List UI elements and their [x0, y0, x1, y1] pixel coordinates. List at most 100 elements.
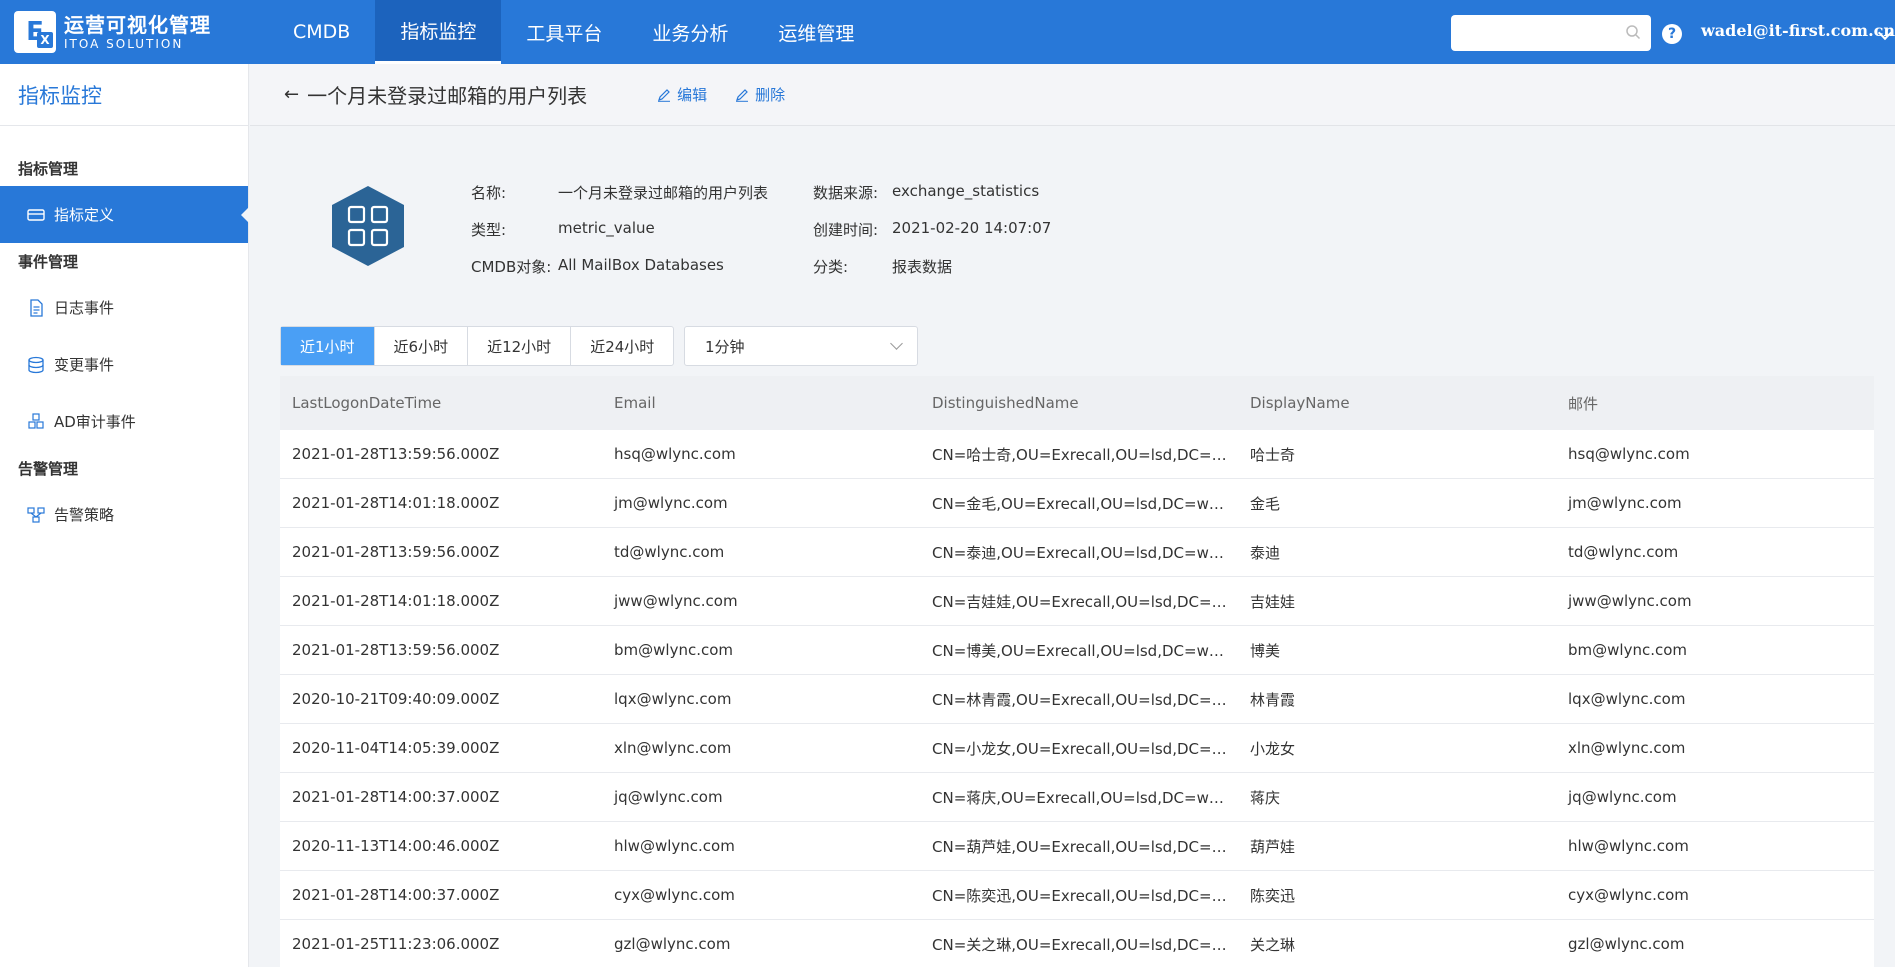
interval-select[interactable]: 1分钟 — [684, 326, 918, 366]
table-row[interactable]: 2021-01-28T14:01:18.000Z jww@wlync.com CN=… — [280, 577, 1874, 626]
table-cell: xln@wlync.com — [1568, 739, 1686, 757]
nav-item-metric-monitor[interactable]: 指标监控 — [375, 0, 502, 64]
table-cell: jm@wlync.com — [1568, 494, 1682, 512]
source-label: 数据来源: — [813, 184, 879, 202]
range-12h-button[interactable]: 近12小时 — [468, 327, 572, 365]
card-icon — [27, 208, 45, 221]
column-header[interactable]: Email — [602, 394, 920, 412]
table-row[interactable]: 2021-01-28T13:59:56.000Z hsq@wlync.com CN=… — [280, 430, 1874, 479]
nav-item-cmdb[interactable]: CMDB — [268, 0, 375, 64]
table-row[interactable]: 2021-01-25T11:23:06.000Z gzl@wlync.com CN=… — [280, 920, 1874, 967]
range-1h-button[interactable]: 近1小时 — [281, 327, 375, 365]
table-cell: 2021-01-28T14:00:37.000Z — [292, 886, 500, 904]
table-row[interactable]: 2021-01-28T14:00:37.000Z cyx@wlync.com CN=… — [280, 871, 1874, 920]
back-arrow-icon[interactable]: ← — [284, 84, 299, 105]
interval-value: 1分钟 — [705, 337, 745, 356]
cmdb-label: CMDB对象: — [471, 258, 552, 276]
table-cell: td@wlync.com — [1568, 543, 1679, 561]
table-cell: hlw@wlync.com — [614, 837, 735, 855]
table-cell: jm@wlync.com — [614, 494, 728, 512]
column-header[interactable]: DistinguishedName — [920, 394, 1238, 412]
table-cell: 2020-11-13T14:00:46.000Z — [292, 837, 500, 855]
table-row[interactable]: 2021-01-28T14:01:18.000Z jm@wlync.com CN=金… — [280, 479, 1874, 528]
table-cell: bm@wlync.com — [1568, 641, 1688, 659]
table-cell: 2020-10-21T09:40:09.000Z — [292, 690, 500, 708]
page-title: 一个月未登录过邮箱的用户列表 — [307, 84, 588, 108]
table-cell: 2021-01-28T13:59:56.000Z — [292, 445, 500, 463]
table-row[interactable]: 2021-01-28T13:59:56.000Z td@wlync.com CN=泰… — [280, 528, 1874, 577]
table-cell: 陈奕迅 — [1250, 886, 1296, 905]
sidebar-item-change-events[interactable]: 变更事件 — [0, 336, 248, 393]
column-header[interactable]: DisplayName — [1238, 394, 1556, 412]
sidebar-group-metric-management: 指标管理 — [18, 159, 79, 178]
edit-icon — [736, 88, 749, 102]
search-input[interactable] — [1451, 15, 1651, 51]
column-header[interactable]: LastLogonDateTime — [280, 394, 602, 412]
table-cell: hlw@wlync.com — [1568, 837, 1689, 855]
table-cell: jww@wlync.com — [614, 592, 738, 610]
table-cell: CN=博美,OU=Exrecall,OU=lsd,DC=wly... — [932, 641, 1235, 660]
table-cell: CN=葫芦娃,OU=Exrecall,OU=lsd,DC=w... — [932, 837, 1237, 856]
nav-item-tool-platform[interactable]: 工具平台 — [501, 0, 627, 64]
nav-item-ops-management[interactable]: 运维管理 — [753, 0, 879, 64]
table-cell: 吉娃娃 — [1250, 592, 1296, 611]
metric-info: 名称: 一个月未登录过邮箱的用户列表 类型: metric_value CMDB… — [250, 182, 1895, 334]
time-range-group: 近1小时 近6小时 近12小时 近24小时 — [280, 326, 675, 366]
table-cell: gzl@wlync.com — [614, 935, 731, 953]
data-table: LastLogonDateTime Email DistinguishedNam… — [280, 376, 1874, 967]
table-cell: 蒋庆 — [1250, 788, 1281, 807]
metric-grid-icon — [332, 186, 404, 266]
table-cell: CN=关之琳,OU=Exrecall,OU=lsd,DC=w... — [932, 935, 1237, 954]
nav-item-business-analysis[interactable]: 业务分析 — [627, 0, 753, 64]
sidebar-item-ad-audit-events[interactable]: AD审计事件 — [0, 393, 248, 450]
table-cell: 2021-01-25T11:23:06.000Z — [292, 935, 500, 953]
column-header[interactable]: 邮件 — [1556, 393, 1874, 414]
table-cell: 泰迪 — [1250, 543, 1281, 562]
table-row[interactable]: 2021-01-28T14:00:37.000Z jq@wlync.com CN=蒋… — [280, 773, 1874, 822]
table-cell: 关之琳 — [1250, 935, 1296, 954]
table-cell: CN=泰迪,OU=Exrecall,OU=lsd,DC=wly... — [932, 543, 1235, 562]
delete-label: 删除 — [755, 86, 786, 104]
edit-button[interactable]: 编辑 — [657, 84, 707, 105]
table-body: 2021-01-28T13:59:56.000Z hsq@wlync.com CN=… — [280, 430, 1874, 967]
created-value: 2021-02-20 14:07:07 — [892, 219, 1052, 237]
sidebar-item-label: 日志事件 — [54, 299, 115, 317]
table-cell: 葫芦娃 — [1250, 837, 1296, 856]
cubes-icon — [28, 412, 44, 429]
logo[interactable]: E X 运营可视化管理 ITOA SOLUTION — [0, 0, 260, 64]
search-icon[interactable] — [1625, 24, 1641, 40]
created-label: 创建时间: — [813, 221, 879, 239]
table-cell: 博美 — [1250, 641, 1281, 660]
sidebar-group-event-management: 事件管理 — [18, 252, 79, 271]
user-account[interactable]: wadel@it-first.com.cn — [1701, 21, 1895, 40]
table-row[interactable]: 2020-11-13T14:00:46.000Z hlw@wlync.com CN=… — [280, 822, 1874, 871]
table-row[interactable]: 2020-10-21T09:40:09.000Z lqx@wlync.com CN=… — [280, 675, 1874, 724]
category-value: 报表数据 — [892, 258, 953, 276]
table-row[interactable]: 2020-11-04T14:05:39.000Z xln@wlync.com CN=… — [280, 724, 1874, 773]
table-cell: 2021-01-28T13:59:56.000Z — [292, 641, 500, 659]
range-6h-button[interactable]: 近6小时 — [375, 327, 469, 365]
network-icon — [27, 506, 45, 523]
table-row[interactable]: 2021-01-28T13:59:56.000Z bm@wlync.com CN=博… — [280, 626, 1874, 675]
brand-name-cn: 运营可视化管理 — [64, 13, 211, 37]
sidebar-item-log-events[interactable]: 日志事件 — [0, 279, 248, 336]
database-icon — [28, 356, 44, 373]
table-cell: CN=哈士奇,OU=Exrecall,OU=lsd,DC=w... — [932, 445, 1237, 464]
table-cell: gzl@wlync.com — [1568, 935, 1685, 953]
sidebar-item-alert-policy[interactable]: 告警策略 — [0, 486, 248, 543]
table-cell: bm@wlync.com — [614, 641, 734, 659]
table-cell: 小龙女 — [1250, 739, 1296, 758]
range-24h-button[interactable]: 近24小时 — [571, 327, 673, 365]
table-cell: 2021-01-28T14:01:18.000Z — [292, 494, 500, 512]
table-cell: 2021-01-28T13:59:56.000Z — [292, 543, 500, 561]
logo-sub-letter: X — [37, 32, 53, 48]
sidebar-item-label: 变更事件 — [54, 356, 115, 374]
table-cell: cyx@wlync.com — [614, 886, 735, 904]
table-header: LastLogonDateTime Email DistinguishedNam… — [280, 376, 1874, 430]
help-icon[interactable]: ? — [1662, 24, 1682, 44]
sidebar-item-label: AD审计事件 — [54, 413, 136, 431]
table-cell: CN=蒋庆,OU=Exrecall,OU=lsd,DC=wly... — [932, 788, 1235, 807]
delete-button[interactable]: 删除 — [735, 84, 785, 105]
name-label: 名称: — [471, 184, 507, 202]
sidebar-item-metric-definition[interactable]: 指标定义 — [0, 186, 249, 243]
